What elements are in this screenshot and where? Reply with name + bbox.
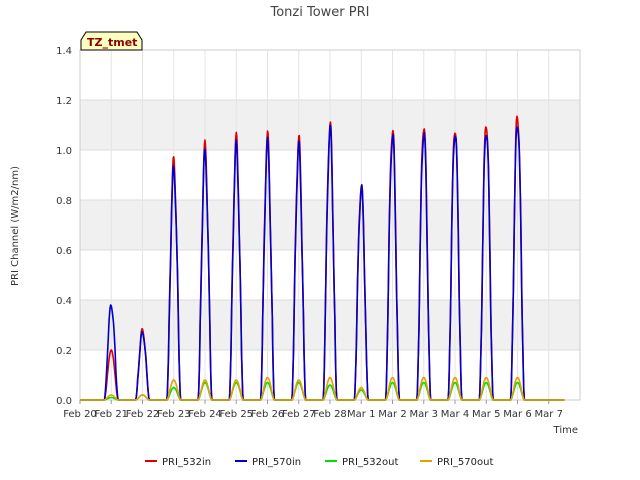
y-tick-label: 1.4	[56, 46, 72, 57]
x-axis-title: Time	[553, 425, 578, 436]
tag-badge-label: TZ_tmet	[87, 36, 137, 49]
x-tick-label: Feb 25	[219, 409, 253, 420]
x-tick-label: Mar 2	[378, 409, 406, 420]
y-axis-title: PRI Channel (W/m2/nm)	[10, 166, 21, 286]
x-tick-label: Mar 3	[410, 409, 438, 420]
legend: PRI_532in PRI_570in PRI_532out PRI_570out	[145, 457, 493, 468]
x-tick-label: Feb 20	[63, 409, 97, 420]
y-tick-label: 0.2	[56, 346, 72, 357]
x-tick-label: Mar 4	[441, 409, 469, 420]
y-tick-label: 0.6	[56, 246, 72, 257]
legend-label: PRI_570out	[437, 457, 493, 468]
y-tick-label: 0.0	[56, 396, 72, 407]
x-axis: Feb 20Feb 21Feb 22Feb 23Feb 24Feb 25Feb …	[63, 400, 563, 420]
chart: 0.00.20.40.60.81.01.21.4 Feb 20Feb 21Feb…	[10, 5, 581, 468]
y-tick-label: 0.8	[56, 196, 72, 207]
x-tick-label: Feb 21	[94, 409, 128, 420]
legend-label: PRI_570in	[252, 457, 301, 468]
x-tick-label: Feb 24	[188, 409, 222, 420]
x-tick-label: Mar 1	[347, 409, 375, 420]
x-tick-label: Feb 26	[251, 409, 285, 420]
x-tick-label: Mar 7	[535, 409, 563, 420]
x-tick-label: Feb 27	[282, 409, 316, 420]
x-tick-label: Mar 5	[472, 409, 500, 420]
tag-badge: TZ_tmet	[80, 31, 143, 51]
legend-label: PRI_532in	[162, 457, 211, 468]
y-axis: 0.0 0.2 0.4 0.6 0.8 1.0 1.2 1.4	[56, 46, 72, 407]
x-tick-label: Feb 23	[157, 409, 191, 420]
y-tick-label: 0.4	[56, 296, 72, 307]
y-tick-label: 1.0	[56, 146, 72, 157]
legend-label: PRI_532out	[342, 457, 398, 468]
chart-title: Tonzi Tower PRI	[270, 5, 370, 20]
x-tick-label: Feb 28	[313, 409, 347, 420]
y-tick-label: 1.2	[56, 96, 72, 107]
x-tick-label: Mar 6	[503, 409, 531, 420]
x-tick-label: Feb 22	[126, 409, 160, 420]
